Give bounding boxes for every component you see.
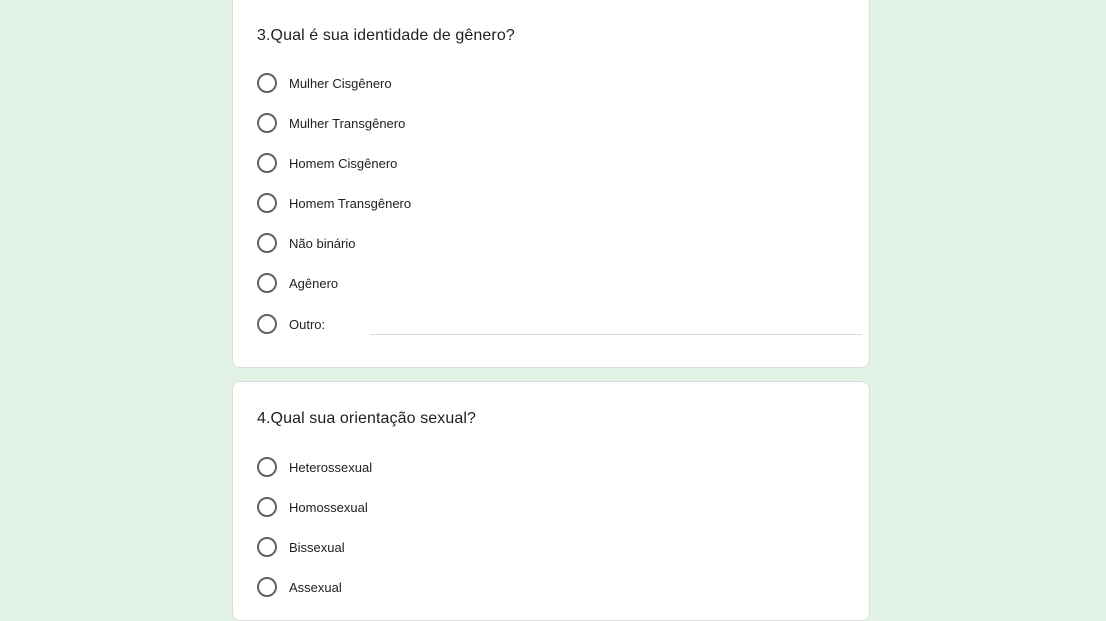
option-label: Homem Cisgênero <box>289 155 398 171</box>
radio-circle-icon[interactable] <box>257 153 277 173</box>
option-label: Mulher Transgênero <box>289 115 406 131</box>
radio-circle-icon[interactable] <box>257 577 277 597</box>
question-title: 4.Qual sua orientação sexual? <box>257 410 477 427</box>
radio-circle-icon[interactable] <box>257 193 277 213</box>
option-label: Agênero <box>289 275 339 291</box>
option-label: Mulher Cisgênero <box>289 75 392 91</box>
option-label: Não binário <box>289 235 356 251</box>
radio-option-mulher-transgenero[interactable]: Mulher Transgênero <box>257 111 405 135</box>
option-label: Heterossexual <box>289 459 373 475</box>
radio-option-nao-binario[interactable]: Não binário <box>257 231 356 255</box>
radio-option-assexual[interactable]: Assexual <box>257 575 342 599</box>
radio-option-heterossexual[interactable]: Heterossexual <box>257 455 372 479</box>
question-title: 3.Qual é sua identidade de gênero? <box>257 27 515 44</box>
option-label: Assexual <box>289 579 342 595</box>
option-label-outro: Outro: <box>289 316 326 332</box>
question-card-sexual-orientation: 4.Qual sua orientação sexual? Heterossex… <box>232 381 870 621</box>
radio-circle-icon[interactable] <box>257 73 277 93</box>
radio-circle-icon[interactable] <box>257 273 277 293</box>
radio-circle-icon[interactable] <box>257 314 277 334</box>
radio-circle-icon[interactable] <box>257 457 277 477</box>
radio-option-agenero[interactable]: Agênero <box>257 271 338 295</box>
radio-circle-icon[interactable] <box>257 233 277 253</box>
question-card-gender-identity: 3.Qual é sua identidade de gênero? Mulhe… <box>232 0 870 368</box>
option-label: Homossexual <box>289 499 368 515</box>
radio-option-mulher-cisgenero[interactable]: Mulher Cisgênero <box>257 71 392 95</box>
radio-option-bissexual[interactable]: Bissexual <box>257 535 345 559</box>
radio-option-homossexual[interactable]: Homossexual <box>257 495 368 519</box>
radio-option-homem-cisgenero[interactable]: Homem Cisgênero <box>257 151 397 175</box>
radio-option-homem-transgenero[interactable]: Homem Transgênero <box>257 191 411 215</box>
radio-circle-icon[interactable] <box>257 113 277 133</box>
radio-option-outro[interactable]: Outro: <box>257 312 862 336</box>
other-text-input[interactable] <box>370 312 862 335</box>
radio-circle-icon[interactable] <box>257 537 277 557</box>
option-label: Homem Transgênero <box>289 195 412 211</box>
option-label: Bissexual <box>289 539 345 555</box>
radio-circle-icon[interactable] <box>257 497 277 517</box>
